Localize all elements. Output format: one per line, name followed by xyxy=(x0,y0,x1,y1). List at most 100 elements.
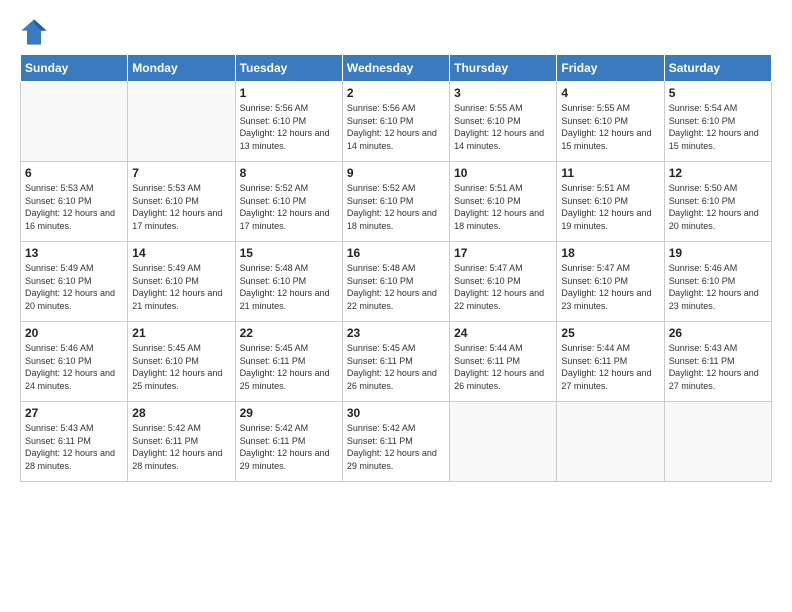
day-number: 19 xyxy=(669,246,767,260)
calendar-cell xyxy=(128,82,235,162)
day-number: 26 xyxy=(669,326,767,340)
calendar-cell: 9 Sunrise: 5:52 AM Sunset: 6:10 PM Daylig… xyxy=(342,162,449,242)
day-number: 20 xyxy=(25,326,123,340)
calendar-cell: 12 Sunrise: 5:50 AM Sunset: 6:10 PM Dayli… xyxy=(664,162,771,242)
calendar-header-wednesday: Wednesday xyxy=(342,55,449,82)
calendar-cell: 10 Sunrise: 5:51 AM Sunset: 6:10 PM Dayli… xyxy=(450,162,557,242)
calendar-cell: 28 Sunrise: 5:42 AM Sunset: 6:11 PM Dayli… xyxy=(128,402,235,482)
calendar-cell: 26 Sunrise: 5:43 AM Sunset: 6:11 PM Dayli… xyxy=(664,322,771,402)
day-number: 23 xyxy=(347,326,445,340)
day-info: Sunrise: 5:45 AM Sunset: 6:11 PM Dayligh… xyxy=(240,342,338,392)
day-number: 22 xyxy=(240,326,338,340)
day-number: 11 xyxy=(561,166,659,180)
day-info: Sunrise: 5:56 AM Sunset: 6:10 PM Dayligh… xyxy=(347,102,445,152)
day-number: 21 xyxy=(132,326,230,340)
day-number: 29 xyxy=(240,406,338,420)
day-info: Sunrise: 5:54 AM Sunset: 6:10 PM Dayligh… xyxy=(669,102,767,152)
page: SundayMondayTuesdayWednesdayThursdayFrid… xyxy=(0,0,792,612)
day-info: Sunrise: 5:45 AM Sunset: 6:10 PM Dayligh… xyxy=(132,342,230,392)
calendar-week-row: 20 Sunrise: 5:46 AM Sunset: 6:10 PM Dayli… xyxy=(21,322,772,402)
calendar-week-row: 6 Sunrise: 5:53 AM Sunset: 6:10 PM Daylig… xyxy=(21,162,772,242)
day-info: Sunrise: 5:43 AM Sunset: 6:11 PM Dayligh… xyxy=(669,342,767,392)
logo-icon xyxy=(20,18,48,46)
calendar-header-saturday: Saturday xyxy=(664,55,771,82)
calendar-cell: 15 Sunrise: 5:48 AM Sunset: 6:10 PM Dayli… xyxy=(235,242,342,322)
calendar-cell: 23Sunrise: 5:45 AM Sunset: 6:11 PM Dayli… xyxy=(342,322,449,402)
day-info: Sunrise: 5:55 AM Sunset: 6:10 PM Dayligh… xyxy=(561,102,659,152)
day-number: 7 xyxy=(132,166,230,180)
day-info: Sunrise: 5:52 AM Sunset: 6:10 PM Dayligh… xyxy=(240,182,338,232)
day-info: Sunrise: 5:50 AM Sunset: 6:10 PM Dayligh… xyxy=(669,182,767,232)
day-number: 27 xyxy=(25,406,123,420)
day-info: Sunrise: 5:44 AM Sunset: 6:11 PM Dayligh… xyxy=(561,342,659,392)
day-info: Sunrise: 5:46 AM Sunset: 6:10 PM Dayligh… xyxy=(25,342,123,392)
day-info: Sunrise: 5:48 AM Sunset: 6:10 PM Dayligh… xyxy=(347,262,445,312)
day-info: Sunrise: 5:42 AM Sunset: 6:11 PM Dayligh… xyxy=(132,422,230,472)
calendar-cell: 3Sunrise: 5:55 AM Sunset: 6:10 PM Daylig… xyxy=(450,82,557,162)
calendar: SundayMondayTuesdayWednesdayThursdayFrid… xyxy=(20,54,772,482)
day-info: Sunrise: 5:43 AM Sunset: 6:11 PM Dayligh… xyxy=(25,422,123,472)
day-number: 6 xyxy=(25,166,123,180)
calendar-cell: 16 Sunrise: 5:48 AM Sunset: 6:10 PM Dayli… xyxy=(342,242,449,322)
calendar-header-sunday: Sunday xyxy=(21,55,128,82)
day-number: 16 xyxy=(347,246,445,260)
day-info: Sunrise: 5:51 AM Sunset: 6:10 PM Dayligh… xyxy=(561,182,659,232)
calendar-header-thursday: Thursday xyxy=(450,55,557,82)
calendar-cell: 22 Sunrise: 5:45 AM Sunset: 6:11 PM Dayli… xyxy=(235,322,342,402)
day-number: 10 xyxy=(454,166,552,180)
day-info: Sunrise: 5:47 AM Sunset: 6:10 PM Dayligh… xyxy=(454,262,552,312)
day-info: Sunrise: 5:42 AM Sunset: 6:11 PM Dayligh… xyxy=(240,422,338,472)
calendar-cell: 30Sunrise: 5:42 AM Sunset: 6:11 PM Dayli… xyxy=(342,402,449,482)
day-info: Sunrise: 5:53 AM Sunset: 6:10 PM Dayligh… xyxy=(132,182,230,232)
calendar-cell: 11 Sunrise: 5:51 AM Sunset: 6:10 PM Dayli… xyxy=(557,162,664,242)
day-info: Sunrise: 5:48 AM Sunset: 6:10 PM Dayligh… xyxy=(240,262,338,312)
day-number: 14 xyxy=(132,246,230,260)
day-number: 3 xyxy=(454,86,552,100)
calendar-week-row: 1 Sunrise: 5:56 AM Sunset: 6:10 PM Daylig… xyxy=(21,82,772,162)
calendar-cell: 4Sunrise: 5:55 AM Sunset: 6:10 PM Daylig… xyxy=(557,82,664,162)
calendar-header-row: SundayMondayTuesdayWednesdayThursdayFrid… xyxy=(21,55,772,82)
day-info: Sunrise: 5:53 AM Sunset: 6:10 PM Dayligh… xyxy=(25,182,123,232)
calendar-cell: 18 Sunrise: 5:47 AM Sunset: 6:10 PM Dayli… xyxy=(557,242,664,322)
day-number: 17 xyxy=(454,246,552,260)
day-number: 12 xyxy=(669,166,767,180)
calendar-cell: 21 Sunrise: 5:45 AM Sunset: 6:10 PM Dayli… xyxy=(128,322,235,402)
calendar-cell: 14Sunrise: 5:49 AM Sunset: 6:10 PM Dayli… xyxy=(128,242,235,322)
day-number: 2 xyxy=(347,86,445,100)
calendar-cell xyxy=(557,402,664,482)
day-number: 18 xyxy=(561,246,659,260)
calendar-cell xyxy=(664,402,771,482)
day-info: Sunrise: 5:44 AM Sunset: 6:11 PM Dayligh… xyxy=(454,342,552,392)
calendar-cell: 20 Sunrise: 5:46 AM Sunset: 6:10 PM Dayli… xyxy=(21,322,128,402)
day-number: 9 xyxy=(347,166,445,180)
calendar-cell: 19 Sunrise: 5:46 AM Sunset: 6:10 PM Dayli… xyxy=(664,242,771,322)
day-number: 1 xyxy=(240,86,338,100)
day-number: 5 xyxy=(669,86,767,100)
calendar-header-tuesday: Tuesday xyxy=(235,55,342,82)
day-info: Sunrise: 5:46 AM Sunset: 6:10 PM Dayligh… xyxy=(669,262,767,312)
calendar-cell: 7 Sunrise: 5:53 AM Sunset: 6:10 PM Daylig… xyxy=(128,162,235,242)
day-info: Sunrise: 5:52 AM Sunset: 6:10 PM Dayligh… xyxy=(347,182,445,232)
day-number: 28 xyxy=(132,406,230,420)
calendar-cell: 27 Sunrise: 5:43 AM Sunset: 6:11 PM Dayli… xyxy=(21,402,128,482)
calendar-cell: 1 Sunrise: 5:56 AM Sunset: 6:10 PM Daylig… xyxy=(235,82,342,162)
calendar-week-row: 13Sunrise: 5:49 AM Sunset: 6:10 PM Dayli… xyxy=(21,242,772,322)
day-info: Sunrise: 5:47 AM Sunset: 6:10 PM Dayligh… xyxy=(561,262,659,312)
calendar-cell: 29 Sunrise: 5:42 AM Sunset: 6:11 PM Dayli… xyxy=(235,402,342,482)
calendar-cell: 24 Sunrise: 5:44 AM Sunset: 6:11 PM Dayli… xyxy=(450,322,557,402)
calendar-cell: 25 Sunrise: 5:44 AM Sunset: 6:11 PM Dayli… xyxy=(557,322,664,402)
day-number: 25 xyxy=(561,326,659,340)
calendar-week-row: 27 Sunrise: 5:43 AM Sunset: 6:11 PM Dayli… xyxy=(21,402,772,482)
day-number: 15 xyxy=(240,246,338,260)
calendar-cell xyxy=(450,402,557,482)
calendar-header-monday: Monday xyxy=(128,55,235,82)
day-info: Sunrise: 5:49 AM Sunset: 6:10 PM Dayligh… xyxy=(25,262,123,312)
calendar-cell: 5 Sunrise: 5:54 AM Sunset: 6:10 PM Daylig… xyxy=(664,82,771,162)
calendar-cell xyxy=(21,82,128,162)
calendar-cell: 6 Sunrise: 5:53 AM Sunset: 6:10 PM Daylig… xyxy=(21,162,128,242)
day-info: Sunrise: 5:51 AM Sunset: 6:10 PM Dayligh… xyxy=(454,182,552,232)
day-info: Sunrise: 5:56 AM Sunset: 6:10 PM Dayligh… xyxy=(240,102,338,152)
day-number: 24 xyxy=(454,326,552,340)
day-number: 30 xyxy=(347,406,445,420)
calendar-cell: 2 Sunrise: 5:56 AM Sunset: 6:10 PM Daylig… xyxy=(342,82,449,162)
